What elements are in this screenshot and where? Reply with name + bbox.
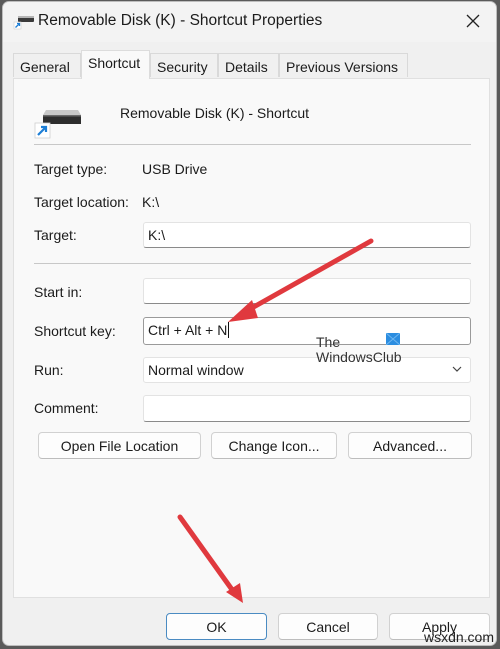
tab-shortcut[interactable]: Shortcut [81, 50, 150, 79]
target-type-value: USB Drive [142, 161, 208, 177]
change-icon-button[interactable]: Change Icon... [211, 432, 337, 459]
advanced-button[interactable]: Advanced... [348, 432, 472, 459]
tab-label: General [20, 59, 70, 75]
tab-details[interactable]: Details [218, 53, 279, 77]
watermark-line-2: WindowsClub [316, 349, 402, 365]
start-in-input[interactable] [143, 278, 471, 304]
removable-drive-shortcut-icon [34, 110, 81, 139]
tab-label: Details [225, 59, 268, 75]
shortcut-name: Removable Disk (K) - Shortcut [120, 105, 310, 121]
button-label: Advanced... [373, 437, 447, 454]
shortcut-key-label: Shortcut key: [34, 323, 116, 339]
divider [34, 263, 471, 264]
divider [34, 144, 471, 145]
shortcut-key-input-value: Ctrl + Alt + N [148, 322, 228, 338]
ok-button[interactable]: OK [166, 613, 267, 640]
target-label: Target: [34, 227, 77, 243]
target-location-value: K:\ [142, 194, 160, 210]
run-select-value: Normal window [148, 362, 244, 378]
tab-security[interactable]: Security [150, 53, 218, 77]
comment-input[interactable] [143, 395, 471, 422]
tab-previous-versions[interactable]: Previous Versions [279, 53, 408, 77]
window-title: Removable Disk (K) - Shortcut Properties [38, 12, 323, 29]
text-caret [228, 322, 230, 338]
close-icon [466, 14, 480, 28]
button-label: Change Icon... [228, 437, 320, 454]
shortcut-key-input[interactable]: Ctrl + Alt + N [143, 317, 471, 345]
run-label: Run: [34, 362, 64, 378]
chevron-down-icon [452, 366, 462, 372]
tab-label: Previous Versions [286, 59, 399, 75]
site-watermark: wsxdn.com [423, 629, 494, 645]
title-bar: Removable Disk (K) - Shortcut Properties [3, 2, 496, 42]
close-button[interactable] [454, 6, 492, 36]
properties-dialog: Removable Disk (K) - Shortcut Properties… [2, 1, 497, 646]
tab-label: Shortcut [88, 55, 141, 71]
tab-label: Security [157, 59, 208, 75]
target-input-value: K:\ [148, 227, 166, 243]
start-in-label: Start in: [34, 284, 83, 300]
target-input[interactable]: K:\ [143, 222, 471, 248]
watermark-logo-icon [386, 333, 400, 345]
button-label: OK [206, 618, 227, 635]
run-select[interactable]: Normal window [143, 357, 471, 383]
cancel-button[interactable]: Cancel [278, 613, 378, 640]
open-file-location-button[interactable]: Open File Location [38, 432, 201, 459]
button-label: Cancel [306, 618, 350, 635]
comment-label: Comment: [34, 400, 99, 416]
tab-general[interactable]: General [13, 53, 81, 77]
shortcut-tab-panel: Removable Disk (K) - Shortcut Target typ… [13, 78, 490, 598]
target-location-label: Target location: [34, 194, 129, 210]
target-type-label: Target type: [34, 161, 108, 177]
removable-drive-shortcut-icon [13, 16, 34, 30]
button-label: Open File Location [60, 437, 179, 454]
